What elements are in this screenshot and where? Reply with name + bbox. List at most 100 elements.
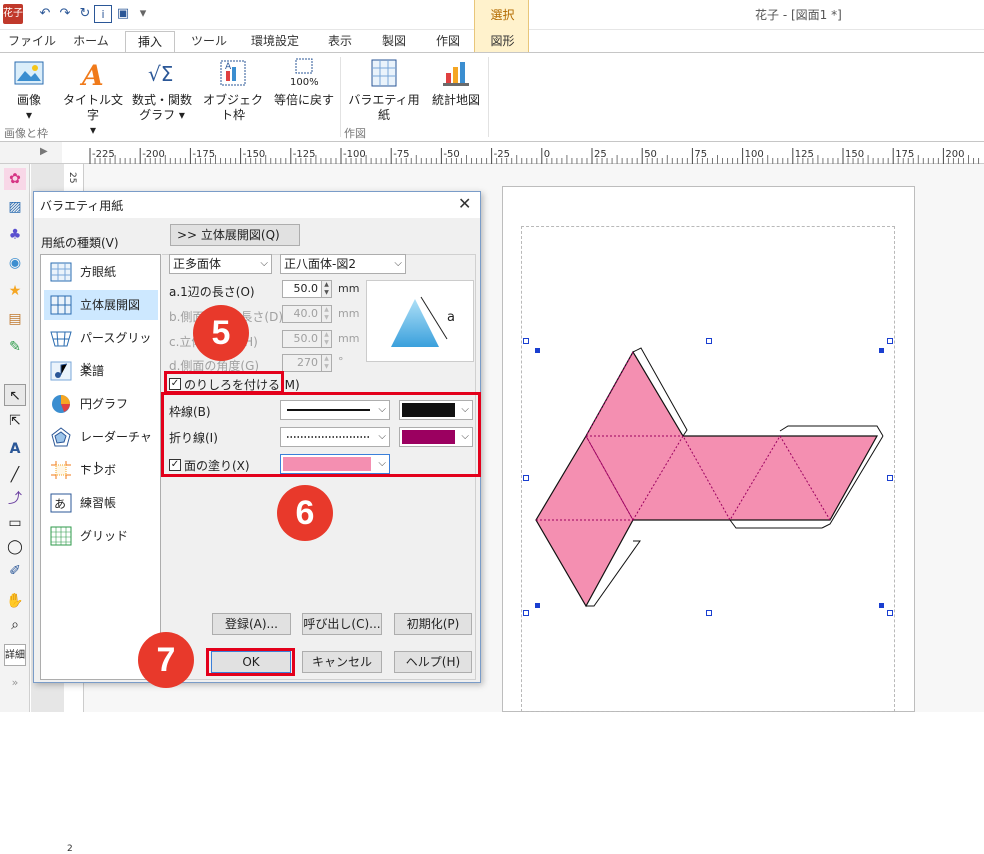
tab-view[interactable]: 表示 xyxy=(318,31,362,53)
selection-handle[interactable] xyxy=(523,475,529,481)
ruler-tick-label: 50 xyxy=(644,149,657,160)
reset-zoom-button[interactable]: 100% 等倍に戻す xyxy=(272,57,336,108)
line-tool-icon[interactable]: ╱ xyxy=(4,464,26,486)
selection-handle[interactable] xyxy=(535,348,540,353)
tab-shape[interactable]: 図形 xyxy=(475,32,530,49)
image-icon xyxy=(13,57,45,89)
tab-file[interactable]: ファイル xyxy=(6,31,58,53)
list-item[interactable]: グリッド xyxy=(44,521,158,551)
refresh-icon[interactable]: ↻ xyxy=(76,5,94,23)
text-tool-icon[interactable]: A xyxy=(4,438,26,460)
play-icon[interactable]: ▶ xyxy=(40,146,48,157)
paper-type-list[interactable]: 方眼紙 立体展開図 パースグリッド 楽譜 円グラフ レーダーチャート トンボ あ xyxy=(40,254,161,680)
star-tool-icon[interactable]: ★ xyxy=(4,280,26,302)
list-item[interactable]: 立体展開図 xyxy=(44,290,158,320)
selection-handle[interactable] xyxy=(535,603,540,608)
selection-handle[interactable] xyxy=(523,338,529,344)
edge-length-input[interactable]: 50.0 xyxy=(282,280,322,298)
selection-handle[interactable] xyxy=(706,338,712,344)
undo-icon[interactable]: ↶ xyxy=(36,5,54,23)
selection-handle[interactable] xyxy=(706,610,712,616)
ruler-corner: ▶ xyxy=(0,142,62,164)
register-button[interactable]: 登録(A)... xyxy=(212,613,291,635)
svg-text:100%: 100% xyxy=(290,77,319,88)
eyedropper-icon[interactable]: ✐ xyxy=(4,560,26,582)
selection-handle[interactable] xyxy=(887,610,893,616)
title-text-icon: A xyxy=(77,57,109,92)
box-tool-icon[interactable]: ▤ xyxy=(4,308,26,330)
title-text-button[interactable]: A タイトル文字 ▾ xyxy=(58,57,128,138)
selection-handle[interactable] xyxy=(879,603,884,608)
highlight-ok-button xyxy=(206,648,295,676)
cancel-button[interactable]: キャンセル xyxy=(302,651,382,673)
list-item[interactable]: 方眼紙 xyxy=(44,257,158,287)
formula-graph-button[interactable]: √Σ 数式・関数 グラフ ▾ xyxy=(130,57,194,123)
list-item[interactable]: あ 練習帳 xyxy=(44,488,158,518)
clip-tool-icon[interactable]: ◉ xyxy=(4,252,26,274)
tab-drafting[interactable]: 製図 xyxy=(372,31,416,53)
ruler-tick-label: -200 xyxy=(142,149,165,160)
chevron-down-icon: ⌵ xyxy=(260,258,268,269)
ellipse-tool-icon[interactable]: ◯ xyxy=(4,536,26,558)
point-edit-icon[interactable]: ⇱ xyxy=(4,410,26,432)
spin-buttons: ▲ ▼ xyxy=(321,330,332,348)
list-item[interactable]: 円グラフ xyxy=(44,389,158,419)
selection-handle[interactable] xyxy=(523,610,529,616)
tab-tools[interactable]: ツール xyxy=(184,31,234,53)
variety-paper-button[interactable]: バラエティ用紙 xyxy=(344,57,424,123)
horizontal-ruler-ticks: -225 -200 -175 -150 -125 -100 -75 -50 -25 0 25 50 75… xyxy=(89,148,980,164)
list-item[interactable]: パースグリッド xyxy=(44,323,158,375)
context-group-title: 選択 xyxy=(490,8,515,22)
expand-icon[interactable]: » xyxy=(4,672,26,694)
tab-drawing[interactable]: 作図 xyxy=(426,31,470,53)
list-item[interactable]: トンボ xyxy=(44,455,158,485)
tab-preferences[interactable]: 環境設定 xyxy=(244,31,306,53)
recall-button[interactable]: 呼び出し(C)... xyxy=(302,613,382,635)
list-item[interactable]: レーダーチャート xyxy=(44,422,158,474)
spin-buttons[interactable]: ▲ ▼ xyxy=(321,280,332,298)
object-frame-button[interactable]: A オブジェクト枠 xyxy=(198,57,268,123)
svg-text:A: A xyxy=(79,59,104,89)
statistics-map-button[interactable]: 統計地図 xyxy=(428,57,484,108)
close-icon[interactable]: ✕ xyxy=(458,194,471,213)
dialog-title: バラエティ用紙 xyxy=(40,199,124,213)
image-button[interactable]: 画像 ▾ xyxy=(4,57,54,123)
parts-tool-icon[interactable]: ♣ xyxy=(4,224,26,246)
curve-tool-icon[interactable]: ⤴ xyxy=(4,488,26,510)
help-button[interactable]: ヘルプ(H) xyxy=(394,651,472,673)
vertical-ruler-tick: 2 xyxy=(67,844,73,854)
solid-variant-select[interactable]: 正八面体-図2 ⌵ xyxy=(280,254,406,274)
group-separator xyxy=(488,57,489,137)
tab-home[interactable]: ホーム xyxy=(66,31,116,53)
highlight-line-settings xyxy=(161,392,481,477)
group-label-image-frame: 画像と枠 xyxy=(4,127,48,140)
print-preview-icon[interactable]: ▣ xyxy=(114,5,132,23)
brush-tool-icon[interactable]: ✎ xyxy=(4,336,26,358)
select-arrow-icon[interactable]: ↖ xyxy=(4,384,26,406)
customize-quickaccess-icon[interactable]: ▾ xyxy=(134,5,152,23)
ruler-tick-label: -25 xyxy=(494,149,510,160)
selection-handle[interactable] xyxy=(879,348,884,353)
hand-tool-icon[interactable]: ✋ xyxy=(4,590,26,612)
tab-insert[interactable]: 挿入 xyxy=(125,31,175,53)
detail-button[interactable]: 詳細 xyxy=(4,644,26,666)
info-icon[interactable]: i xyxy=(94,5,112,23)
reset-button[interactable]: 初期化(P) xyxy=(394,613,472,635)
rectangle-tool-icon[interactable]: ▭ xyxy=(4,512,26,534)
list-item[interactable]: 楽譜 xyxy=(44,356,158,386)
object-frame-icon: A xyxy=(217,57,249,89)
flower-icon[interactable]: ✿ xyxy=(4,168,26,190)
app-icon[interactable]: 花子 xyxy=(3,4,23,24)
octahedron-net[interactable] xyxy=(520,330,900,620)
solid-net-mode-button[interactable]: >> 立体展開図(Q) xyxy=(170,224,300,246)
redo-icon[interactable]: ↷ xyxy=(56,5,74,23)
net-faces xyxy=(535,350,879,608)
selection-handle[interactable] xyxy=(887,475,893,481)
solid-type-select[interactable]: 正多面体 ⌵ xyxy=(169,254,272,274)
selection-handle[interactable] xyxy=(887,338,893,344)
horizontal-ruler[interactable]: -225 -200 -175 -150 -125 -100 -75 -50 -25 0 25 50 75… xyxy=(62,142,984,164)
picture-tool-icon[interactable]: ▨ xyxy=(4,196,26,218)
grid-icon xyxy=(50,526,72,546)
window-title: 花子 - [図面1 *] xyxy=(755,8,842,22)
zoom-tool-icon[interactable]: ⌕ xyxy=(4,614,26,636)
